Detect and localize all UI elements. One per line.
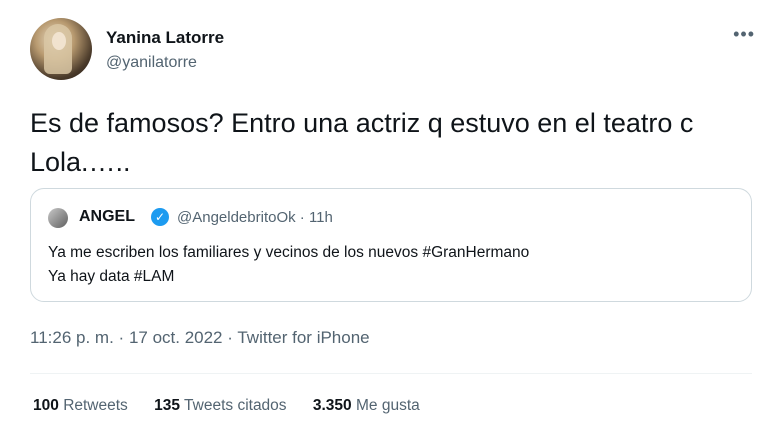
more-dots-icon[interactable]: ••• — [733, 24, 755, 45]
tweet-source[interactable]: Twitter for iPhone — [237, 328, 369, 347]
separator: · — [118, 328, 125, 347]
retweets-label: Retweets — [63, 397, 128, 414]
quoted-text-line-1: Ya me escriben los familiares y vecinos … — [48, 244, 530, 261]
tweet-text: Es de famosos? Entro una actriz q estuvo… — [30, 104, 750, 182]
tweet-stats: 100 Retweets 135 Tweets citados 3.350 Me… — [33, 397, 442, 415]
quoted-text: Ya me escriben los familiares y vecinos … — [48, 241, 529, 289]
retweets-count: 100 — [33, 397, 59, 414]
quoted-tweet[interactable]: ANGEL ✓ @AngeldebritoOk · 11h Ya me escr… — [30, 188, 752, 302]
quotes-count: 135 — [154, 397, 180, 414]
tweet-text-line-2: Lola.….. — [30, 147, 131, 177]
avatar-face — [52, 32, 66, 50]
quoted-author-avatar[interactable] — [48, 208, 68, 228]
tweet-date[interactable]: 17 oct. 2022 — [129, 328, 223, 347]
tweet-text-line-1: Es de famosos? Entro una actriz q estuvo… — [30, 108, 694, 138]
likes-count: 3.350 — [312, 397, 352, 414]
quoted-text-line-2: Ya hay data #LAM — [48, 268, 175, 285]
tweet-time[interactable]: 11:26 p. m. — [30, 328, 114, 347]
quotes-stat[interactable]: 135 Tweets citados — [154, 397, 286, 415]
likes-stat[interactable]: 3.350 Me gusta — [313, 397, 420, 415]
quoted-author-name[interactable]: ANGEL — [79, 208, 135, 226]
author-name[interactable]: Yanina Latorre — [106, 28, 224, 48]
author-handle[interactable]: @yanilatorre — [106, 54, 197, 72]
divider — [30, 373, 752, 374]
author-avatar[interactable] — [30, 18, 92, 80]
verified-badge-icon: ✓ — [151, 208, 169, 226]
separator: · — [227, 328, 233, 347]
tweet-meta: 11:26 p. m. · 17 oct. 2022 · Twitter for… — [30, 328, 370, 348]
quoted-handle-time[interactable]: @AngeldebritoOk · 11h — [177, 209, 333, 226]
retweets-stat[interactable]: 100 Retweets — [33, 397, 128, 415]
quotes-label: Tweets citados — [184, 397, 287, 414]
likes-label: Me gusta — [355, 397, 420, 414]
